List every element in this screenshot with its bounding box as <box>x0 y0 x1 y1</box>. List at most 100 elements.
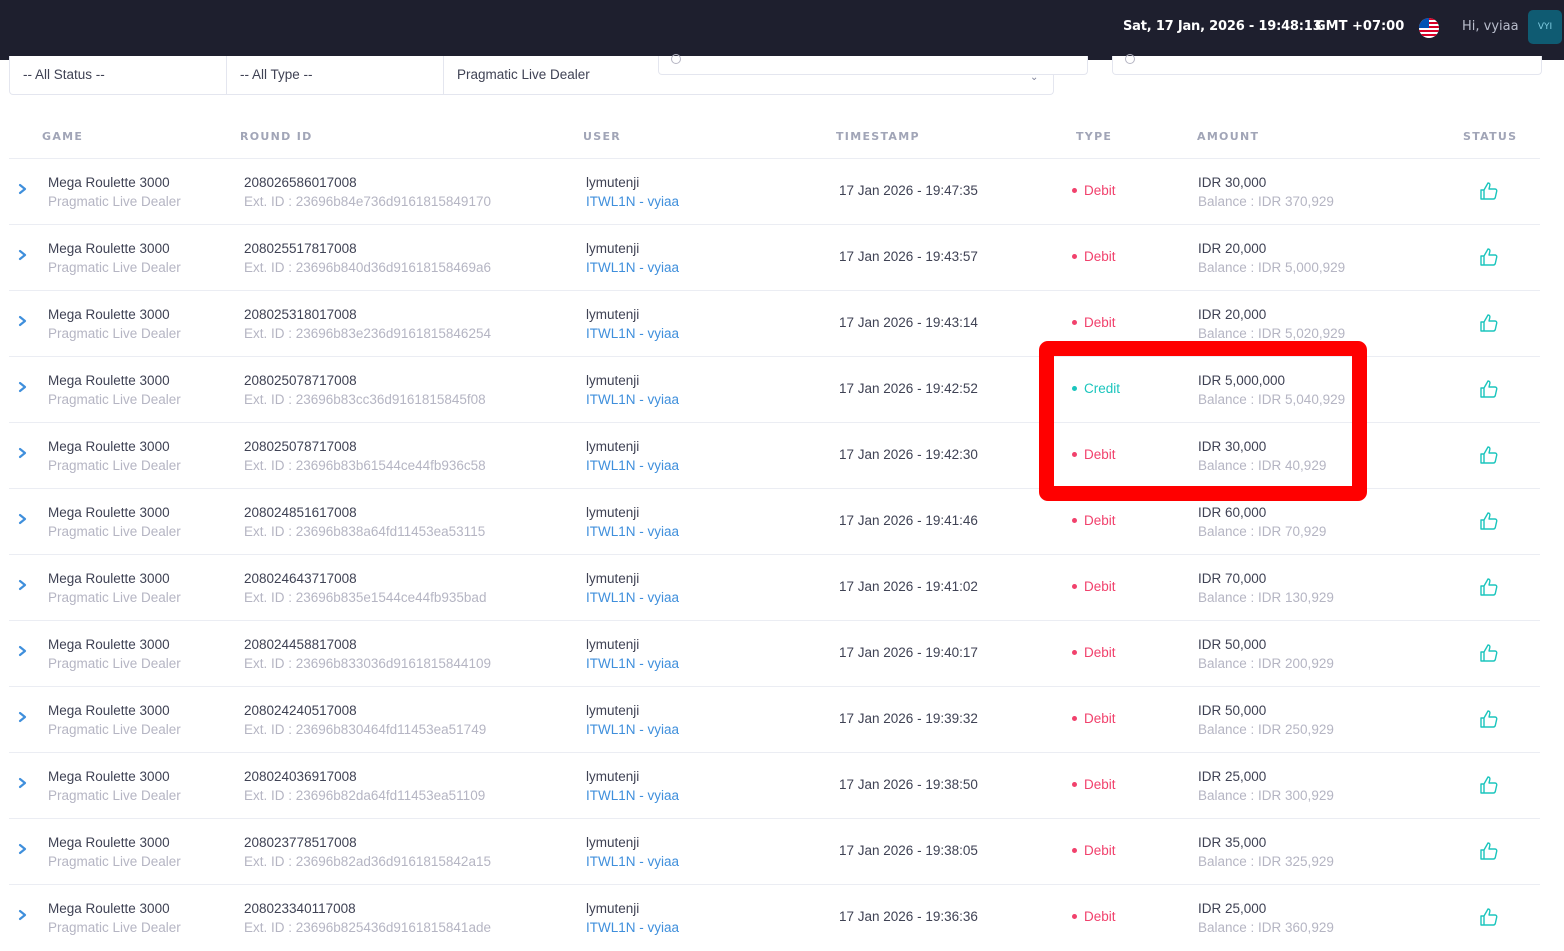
type-badge: Debit <box>1072 777 1116 792</box>
thumbs-up-icon <box>1479 445 1499 465</box>
agent-link[interactable]: ITWL1N - vyiaa <box>586 192 679 211</box>
us-flag-icon[interactable] <box>1419 18 1439 38</box>
round-id: 208024240517008 <box>244 703 357 718</box>
provider-filter-select[interactable]: Pragmatic Live Dealer <box>444 56 684 94</box>
type-filter-select[interactable]: -- All Type -- <box>227 56 444 94</box>
table-row[interactable]: Mega Roulette 3000 Pragmatic Live Dealer… <box>9 224 1540 291</box>
timestamp: 17 Jan 2026 - 19:41:46 <box>839 513 978 528</box>
chevron-down-icon[interactable]: ⌄ <box>1030 72 1038 83</box>
agent-link[interactable]: ITWL1N - vyiaa <box>586 258 679 277</box>
chevron-right-icon[interactable] <box>16 577 30 593</box>
game-cell: Mega Roulette 3000 Pragmatic Live Dealer <box>48 173 181 211</box>
user-greeting[interactable]: Hi, vyiaa <box>1462 19 1519 34</box>
table-header: GAME ROUND ID USER TIMESTAMP TYPE AMOUNT… <box>0 130 1564 158</box>
table-row[interactable]: Mega Roulette 3000 Pragmatic Live Dealer… <box>9 884 1540 951</box>
type-badge: Debit <box>1072 711 1116 726</box>
agent-link[interactable]: ITWL1N - vyiaa <box>586 918 679 937</box>
amount-cell: IDR 30,000 Balance : IDR 370,929 <box>1198 173 1334 211</box>
table-row[interactable]: Mega Roulette 3000 Pragmatic Live Dealer… <box>9 158 1540 225</box>
user-cell: lymutenji ITWL1N - vyiaa <box>586 701 679 739</box>
balance: Balance : IDR 5,040,929 <box>1198 392 1346 407</box>
agent-link[interactable]: ITWL1N - vyiaa <box>586 324 679 343</box>
table-row[interactable]: Mega Roulette 3000 Pragmatic Live Dealer… <box>9 488 1540 555</box>
game-name: Mega Roulette 3000 <box>48 241 170 256</box>
chevron-right-icon[interactable] <box>16 643 30 659</box>
timestamp: 17 Jan 2026 - 19:42:30 <box>839 447 978 462</box>
game-cell: Mega Roulette 3000 Pragmatic Live Dealer <box>48 371 181 409</box>
table-row[interactable]: Mega Roulette 3000 Pragmatic Live Dealer… <box>9 686 1540 753</box>
balance: Balance : IDR 130,929 <box>1198 590 1334 605</box>
user-cell: lymutenji ITWL1N - vyiaa <box>586 239 679 277</box>
status-filter-select[interactable]: -- All Status -- <box>10 56 227 94</box>
game-cell: Mega Roulette 3000 Pragmatic Live Dealer <box>48 899 181 937</box>
round-cell: 208024036917008 Ext. ID : 23696b82da64fd… <box>244 767 485 805</box>
chevron-right-icon[interactable] <box>16 775 30 791</box>
timestamp: 17 Jan 2026 - 19:40:17 <box>839 645 978 660</box>
balance: Balance : IDR 40,929 <box>1198 458 1327 473</box>
amount: IDR 30,000 <box>1198 175 1267 190</box>
thumbs-up-icon <box>1479 379 1499 399</box>
round-cell: 208025318017008 Ext. ID : 23696b83e236d9… <box>244 305 491 343</box>
amount: IDR 70,000 <box>1198 571 1267 586</box>
agent-link[interactable]: ITWL1N - vyiaa <box>586 852 679 871</box>
chevron-right-icon[interactable] <box>16 445 30 461</box>
round-cell: 208024458817008 Ext. ID : 23696b833036d9… <box>244 635 491 673</box>
agent-link[interactable]: ITWL1N - vyiaa <box>586 588 679 607</box>
search-input[interactable] <box>658 54 1088 75</box>
chevron-right-icon[interactable] <box>16 709 30 725</box>
external-id: Ext. ID : 23696b82ad36d9161815842a15 <box>244 854 491 869</box>
status-dot <box>1072 517 1077 523</box>
table-row[interactable]: Mega Roulette 3000 Pragmatic Live Dealer… <box>9 554 1540 621</box>
agent-link[interactable]: ITWL1N - vyiaa <box>586 654 679 673</box>
game-name: Mega Roulette 3000 <box>48 637 170 652</box>
amount: IDR 50,000 <box>1198 703 1267 718</box>
game-name: Mega Roulette 3000 <box>48 769 170 784</box>
balance: Balance : IDR 360,929 <box>1198 920 1334 935</box>
chevron-right-icon[interactable] <box>16 247 30 263</box>
thumbs-up-icon <box>1479 775 1499 795</box>
game-provider: Pragmatic Live Dealer <box>48 458 181 473</box>
type-label: Debit <box>1084 711 1116 726</box>
column-amount: AMOUNT <box>1197 130 1260 143</box>
external-id: Ext. ID : 23696b833036d9161815844109 <box>244 656 491 671</box>
game-cell: Mega Roulette 3000 Pragmatic Live Dealer <box>48 239 181 277</box>
status-dot <box>1072 913 1077 919</box>
chevron-right-icon[interactable] <box>16 181 30 197</box>
avatar[interactable]: VYI <box>1528 10 1562 44</box>
agent-link[interactable]: ITWL1N - vyiaa <box>586 720 679 739</box>
chevron-right-icon[interactable] <box>16 511 30 527</box>
balance: Balance : IDR 250,929 <box>1198 722 1334 737</box>
game-name: Mega Roulette 3000 <box>48 373 170 388</box>
external-id: Ext. ID : 23696b825436d9161815841ade <box>244 920 491 935</box>
amount-cell: IDR 25,000 Balance : IDR 300,929 <box>1198 767 1334 805</box>
game-provider: Pragmatic Live Dealer <box>48 656 181 671</box>
amount: IDR 60,000 <box>1198 505 1267 520</box>
search-input-secondary[interactable] <box>1112 54 1542 75</box>
amount: IDR 20,000 <box>1198 307 1267 322</box>
table-row[interactable]: Mega Roulette 3000 Pragmatic Live Dealer… <box>9 356 1540 423</box>
game-provider: Pragmatic Live Dealer <box>48 524 181 539</box>
table-row[interactable]: Mega Roulette 3000 Pragmatic Live Dealer… <box>9 818 1540 885</box>
type-label: Debit <box>1084 315 1116 330</box>
agent-link[interactable]: ITWL1N - vyiaa <box>586 390 679 409</box>
chevron-right-icon[interactable] <box>16 379 30 395</box>
user-cell: lymutenji ITWL1N - vyiaa <box>586 899 679 937</box>
type-label: Debit <box>1084 843 1116 858</box>
chevron-right-icon[interactable] <box>16 313 30 329</box>
type-badge: Debit <box>1072 843 1116 858</box>
thumbs-up-icon <box>1479 247 1499 267</box>
status-dot <box>1072 649 1077 655</box>
table-row[interactable]: Mega Roulette 3000 Pragmatic Live Dealer… <box>9 620 1540 687</box>
thumbs-up-icon <box>1479 841 1499 861</box>
type-badge: Debit <box>1072 579 1116 594</box>
table-row[interactable]: Mega Roulette 3000 Pragmatic Live Dealer… <box>9 290 1540 357</box>
chevron-right-icon[interactable] <box>16 907 30 923</box>
agent-link[interactable]: ITWL1N - vyiaa <box>586 522 679 541</box>
table-row[interactable]: Mega Roulette 3000 Pragmatic Live Dealer… <box>9 752 1540 819</box>
chevron-right-icon[interactable] <box>16 841 30 857</box>
table-row[interactable]: Mega Roulette 3000 Pragmatic Live Dealer… <box>9 422 1540 489</box>
round-cell: 208024643717008 Ext. ID : 23696b835e1544… <box>244 569 486 607</box>
agent-link[interactable]: ITWL1N - vyiaa <box>586 786 679 805</box>
agent-link[interactable]: ITWL1N - vyiaa <box>586 456 679 475</box>
username: lymutenji <box>586 505 640 520</box>
